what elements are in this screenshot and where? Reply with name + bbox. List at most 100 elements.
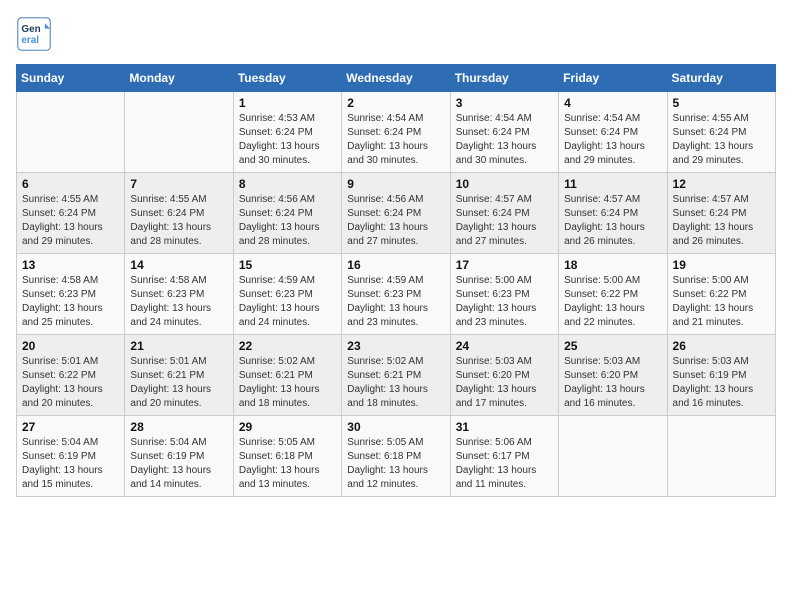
day-number: 26 [673, 339, 770, 353]
calendar-cell: 13Sunrise: 4:58 AM Sunset: 6:23 PM Dayli… [17, 254, 125, 335]
day-number: 30 [347, 420, 444, 434]
calendar-cell: 7 Sunrise: 4:55 AM Sunset: 6:24 PM Daylig… [125, 173, 233, 254]
day-info: Sunrise: 5:05 AM Sunset: 6:18 PM Dayligh… [239, 436, 336, 492]
weekday-header-saturday: Saturday [667, 65, 775, 92]
day-info: Sunrise: 5:02 AM Sunset: 6:21 PM Dayligh… [239, 355, 336, 411]
calendar-cell: 10 Sunrise: 4:57 AM Sunset: 6:24 PM Dayli… [450, 173, 558, 254]
calendar-cell: 31 Sunrise: 5:06 AM Sunset: 6:17 PM Dayli… [450, 416, 558, 497]
calendar-cell [559, 416, 667, 497]
weekday-header-row: SundayMondayTuesdayWednesdayThursdayFrid… [17, 65, 776, 92]
day-info: Sunrise: 4:54 AM Sunset: 6:24 PM Dayligh… [564, 112, 661, 168]
calendar-week-5: 27Sunrise: 5:04 AM Sunset: 6:19 PM Dayli… [17, 416, 776, 497]
day-info: Sunrise: 4:55 AM Sunset: 6:24 PM Dayligh… [130, 193, 227, 249]
day-info: Sunrise: 5:03 AM Sunset: 6:19 PM Dayligh… [673, 355, 770, 411]
weekday-header-wednesday: Wednesday [342, 65, 450, 92]
calendar-cell: 25 Sunrise: 5:03 AM Sunset: 6:20 PM Dayli… [559, 335, 667, 416]
day-number: 13 [22, 258, 119, 272]
weekday-header-thursday: Thursday [450, 65, 558, 92]
day-info: Sunrise: 4:57 AM Sunset: 6:24 PM Dayligh… [564, 193, 661, 249]
day-info: Sunrise: 5:04 AM Sunset: 6:19 PM Dayligh… [22, 436, 119, 492]
day-number: 7 [130, 177, 227, 191]
day-number: 11 [564, 177, 661, 191]
calendar-cell: 9 Sunrise: 4:56 AM Sunset: 6:24 PM Daylig… [342, 173, 450, 254]
calendar-cell: 24 Sunrise: 5:03 AM Sunset: 6:20 PM Dayli… [450, 335, 558, 416]
calendar-cell: 29 Sunrise: 5:05 AM Sunset: 6:18 PM Dayli… [233, 416, 341, 497]
svg-text:eral: eral [21, 35, 39, 46]
day-number: 10 [456, 177, 553, 191]
day-number: 4 [564, 96, 661, 110]
calendar-cell: 18Sunrise: 5:00 AM Sunset: 6:22 PM Dayli… [559, 254, 667, 335]
calendar-cell: 12 Sunrise: 4:57 AM Sunset: 6:24 PM Dayli… [667, 173, 775, 254]
day-number: 3 [456, 96, 553, 110]
calendar-body: 1 Sunrise: 4:53 AM Sunset: 6:24 PM Daylig… [17, 92, 776, 497]
day-number: 16 [347, 258, 444, 272]
calendar-header: SundayMondayTuesdayWednesdayThursdayFrid… [17, 65, 776, 92]
page-header: Gen eral [16, 16, 776, 52]
calendar-cell: 17 Sunrise: 5:00 AM Sunset: 6:23 PM Dayli… [450, 254, 558, 335]
day-number: 1 [239, 96, 336, 110]
calendar-table: SundayMondayTuesdayWednesdayThursdayFrid… [16, 64, 776, 497]
calendar-cell: 1 Sunrise: 4:53 AM Sunset: 6:24 PM Daylig… [233, 92, 341, 173]
calendar-cell: 5 Sunrise: 4:55 AM Sunset: 6:24 PM Daylig… [667, 92, 775, 173]
day-info: Sunrise: 4:56 AM Sunset: 6:24 PM Dayligh… [239, 193, 336, 249]
day-number: 8 [239, 177, 336, 191]
day-info: Sunrise: 5:00 AM Sunset: 6:23 PM Dayligh… [456, 274, 553, 330]
day-info: Sunrise: 4:53 AM Sunset: 6:24 PM Dayligh… [239, 112, 336, 168]
day-info: Sunrise: 4:56 AM Sunset: 6:24 PM Dayligh… [347, 193, 444, 249]
day-number: 24 [456, 339, 553, 353]
day-number: 22 [239, 339, 336, 353]
calendar-cell: 26 Sunrise: 5:03 AM Sunset: 6:19 PM Dayli… [667, 335, 775, 416]
day-info: Sunrise: 4:59 AM Sunset: 6:23 PM Dayligh… [239, 274, 336, 330]
weekday-header-tuesday: Tuesday [233, 65, 341, 92]
day-number: 6 [22, 177, 119, 191]
day-info: Sunrise: 4:55 AM Sunset: 6:24 PM Dayligh… [673, 112, 770, 168]
calendar-cell: 30Sunrise: 5:05 AM Sunset: 6:18 PM Dayli… [342, 416, 450, 497]
day-number: 12 [673, 177, 770, 191]
calendar-week-3: 13 Sunrise: 4:58 AM Sunset: 6:23 PM Dayli… [17, 254, 776, 335]
calendar-week-4: 20Sunrise: 5:01 AM Sunset: 6:22 PM Dayli… [17, 335, 776, 416]
calendar-week-2: 6 Sunrise: 4:55 AM Sunset: 6:24 PM Daylig… [17, 173, 776, 254]
day-info: Sunrise: 4:57 AM Sunset: 6:24 PM Dayligh… [673, 193, 770, 249]
calendar-cell: 28Sunrise: 5:04 AM Sunset: 6:19 PM Dayli… [125, 416, 233, 497]
calendar-cell: 6 Sunrise: 4:55 AM Sunset: 6:24 PM Daylig… [17, 173, 125, 254]
day-info: Sunrise: 5:06 AM Sunset: 6:17 PM Dayligh… [456, 436, 553, 492]
calendar-cell: 19Sunrise: 5:00 AM Sunset: 6:22 PM Dayli… [667, 254, 775, 335]
day-number: 29 [239, 420, 336, 434]
calendar-cell [125, 92, 233, 173]
calendar-cell: 8 Sunrise: 4:56 AM Sunset: 6:24 PM Daylig… [233, 173, 341, 254]
day-info: Sunrise: 5:02 AM Sunset: 6:21 PM Dayligh… [347, 355, 444, 411]
svg-text:Gen: Gen [21, 24, 40, 35]
calendar-cell: 15 Sunrise: 4:59 AM Sunset: 6:23 PM Dayli… [233, 254, 341, 335]
day-number: 2 [347, 96, 444, 110]
day-number: 9 [347, 177, 444, 191]
day-info: Sunrise: 5:04 AM Sunset: 6:19 PM Dayligh… [130, 436, 227, 492]
calendar-cell: 27Sunrise: 5:04 AM Sunset: 6:19 PM Dayli… [17, 416, 125, 497]
calendar-cell: 23 Sunrise: 5:02 AM Sunset: 6:21 PM Dayli… [342, 335, 450, 416]
day-number: 15 [239, 258, 336, 272]
day-number: 5 [673, 96, 770, 110]
calendar-cell: 21Sunrise: 5:01 AM Sunset: 6:21 PM Dayli… [125, 335, 233, 416]
day-number: 23 [347, 339, 444, 353]
day-info: Sunrise: 4:54 AM Sunset: 6:24 PM Dayligh… [456, 112, 553, 168]
calendar-cell [17, 92, 125, 173]
day-number: 18 [564, 258, 661, 272]
day-number: 25 [564, 339, 661, 353]
calendar-cell: 20Sunrise: 5:01 AM Sunset: 6:22 PM Dayli… [17, 335, 125, 416]
day-number: 31 [456, 420, 553, 434]
day-info: Sunrise: 5:03 AM Sunset: 6:20 PM Dayligh… [564, 355, 661, 411]
day-info: Sunrise: 4:58 AM Sunset: 6:23 PM Dayligh… [130, 274, 227, 330]
calendar-cell: 4 Sunrise: 4:54 AM Sunset: 6:24 PM Daylig… [559, 92, 667, 173]
day-info: Sunrise: 5:03 AM Sunset: 6:20 PM Dayligh… [456, 355, 553, 411]
weekday-header-sunday: Sunday [17, 65, 125, 92]
day-info: Sunrise: 4:55 AM Sunset: 6:24 PM Dayligh… [22, 193, 119, 249]
day-number: 14 [130, 258, 227, 272]
calendar-cell: 2Sunrise: 4:54 AM Sunset: 6:24 PM Daylig… [342, 92, 450, 173]
calendar-cell: 14 Sunrise: 4:58 AM Sunset: 6:23 PM Dayli… [125, 254, 233, 335]
weekday-header-monday: Monday [125, 65, 233, 92]
day-info: Sunrise: 4:57 AM Sunset: 6:24 PM Dayligh… [456, 193, 553, 249]
calendar-cell [667, 416, 775, 497]
day-number: 17 [456, 258, 553, 272]
day-number: 21 [130, 339, 227, 353]
calendar-cell: 11 Sunrise: 4:57 AM Sunset: 6:24 PM Dayli… [559, 173, 667, 254]
calendar-cell: 16Sunrise: 4:59 AM Sunset: 6:23 PM Dayli… [342, 254, 450, 335]
